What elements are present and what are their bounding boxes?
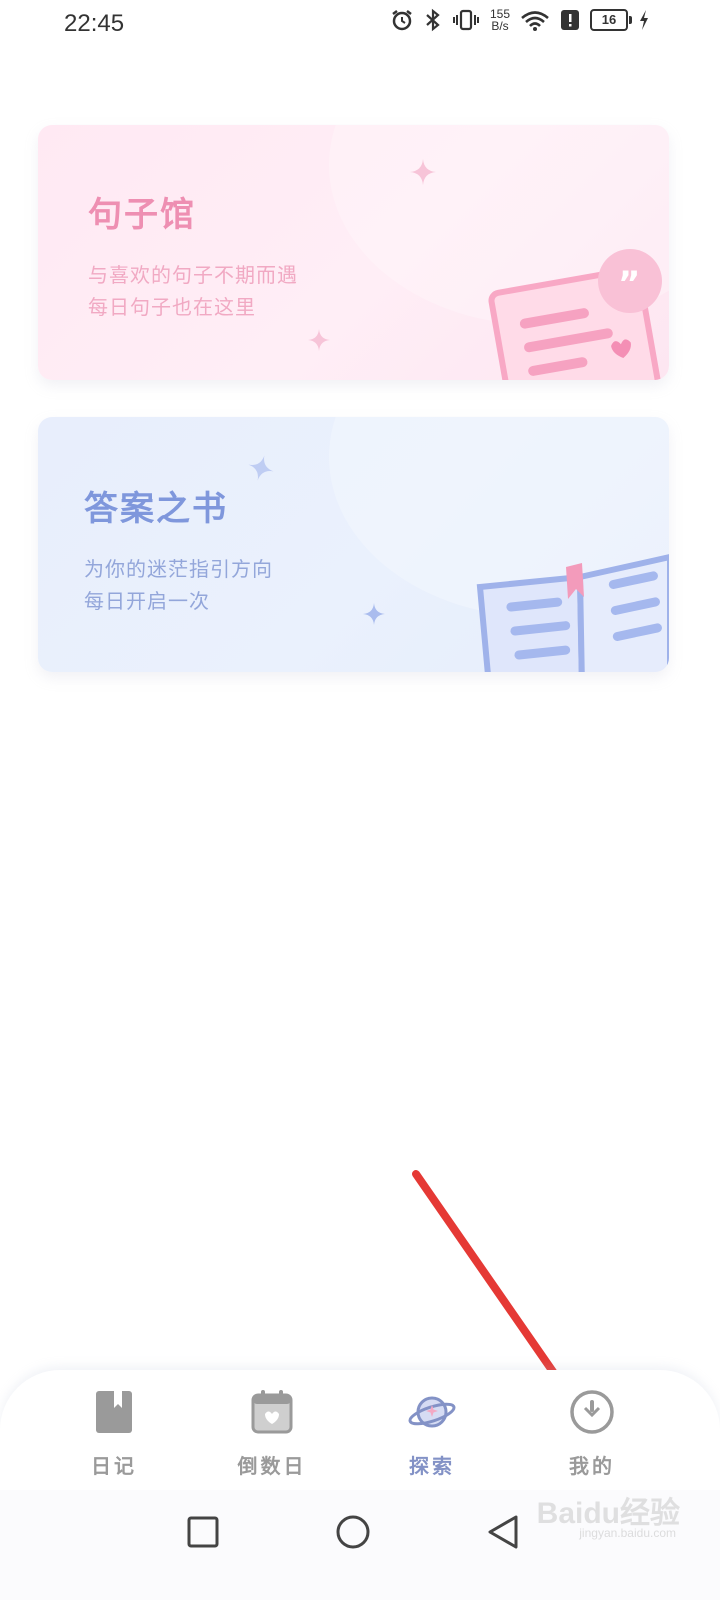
calendar-heart-icon [251,1390,293,1434]
tab-mine[interactable]: 我的 [532,1388,652,1479]
bottom-tab-bar: 日记 倒数日 探索 我的 [0,1370,720,1490]
home-button[interactable] [333,1512,373,1552]
tab-label: 探索 [409,1454,455,1478]
tab-label: 日记 [91,1454,137,1478]
diary-icon [96,1391,132,1433]
tab-label: 倒数日 [237,1454,307,1478]
annotation-arrow-icon [412,1170,596,1434]
recents-button[interactable] [183,1512,223,1552]
profile-icon [570,1390,614,1434]
back-button[interactable] [484,1512,524,1552]
tab-diary[interactable]: 日记 [54,1388,174,1479]
watermark-url: jingyan.baidu.com [579,1526,676,1540]
tab-label: 我的 [569,1454,615,1478]
planet-icon [408,1396,456,1428]
tab-explore[interactable]: 探索 [372,1388,492,1479]
tab-countdown[interactable]: 倒数日 [212,1388,332,1479]
